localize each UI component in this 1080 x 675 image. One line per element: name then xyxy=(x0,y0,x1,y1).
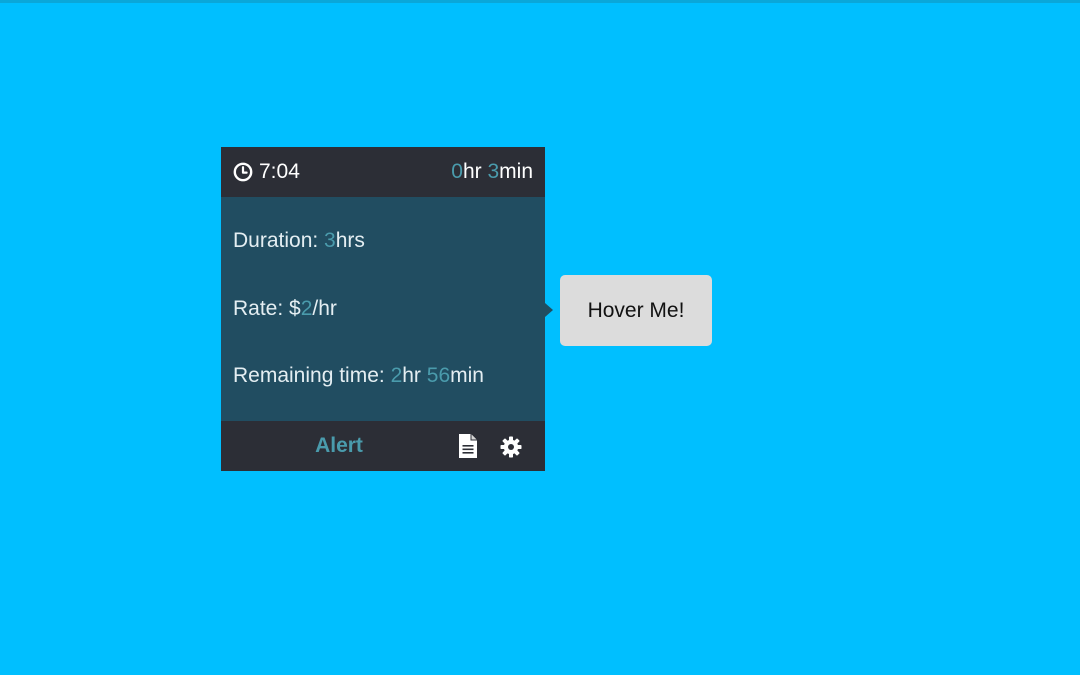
widget-header: 7:04 0hr 3min xyxy=(221,147,545,197)
elapsed-time: 0hr 3min xyxy=(451,160,533,184)
rate-label: Rate: xyxy=(233,297,290,320)
alert-button[interactable]: Alert xyxy=(301,433,377,459)
rate-value: 2 xyxy=(300,297,313,320)
rate-unit: /hr xyxy=(312,297,337,320)
rate-row: Rate: $2/hr xyxy=(233,297,337,321)
top-strip xyxy=(0,0,1080,3)
remaining-hours-unit: hr xyxy=(402,364,421,387)
timer-widget: 7:04 0hr 3min Duration: 3hrs Rate: $2/hr… xyxy=(221,147,545,471)
duration-value: 3 xyxy=(324,229,336,252)
gear-icon[interactable] xyxy=(499,435,523,459)
remaining-label: Remaining time: xyxy=(233,364,391,387)
widget-footer: Alert xyxy=(221,421,545,471)
duration-label: Duration: xyxy=(233,229,325,252)
elapsed-minutes-value: 3 xyxy=(487,160,500,183)
tooltip-arrow xyxy=(545,303,553,317)
elapsed-hours-unit: hr xyxy=(462,160,482,183)
clock-icon xyxy=(233,162,253,182)
remaining-row: Remaining time: 2hr 56min xyxy=(233,364,484,388)
elapsed-minutes-unit: min xyxy=(499,160,533,183)
current-time: 7:04 xyxy=(259,160,300,183)
document-icon[interactable] xyxy=(457,433,479,459)
duration-unit: hrs xyxy=(335,229,365,252)
hover-me-button[interactable]: Hover Me! xyxy=(560,275,712,346)
remaining-hours-value: 2 xyxy=(390,364,403,387)
duration-row: Duration: 3hrs xyxy=(233,229,365,253)
remaining-minutes-value: 56 xyxy=(426,364,451,387)
remaining-minutes-unit: min xyxy=(450,364,484,387)
rate-prefix: $ xyxy=(289,297,301,320)
elapsed-hours-value: 0 xyxy=(451,160,463,183)
